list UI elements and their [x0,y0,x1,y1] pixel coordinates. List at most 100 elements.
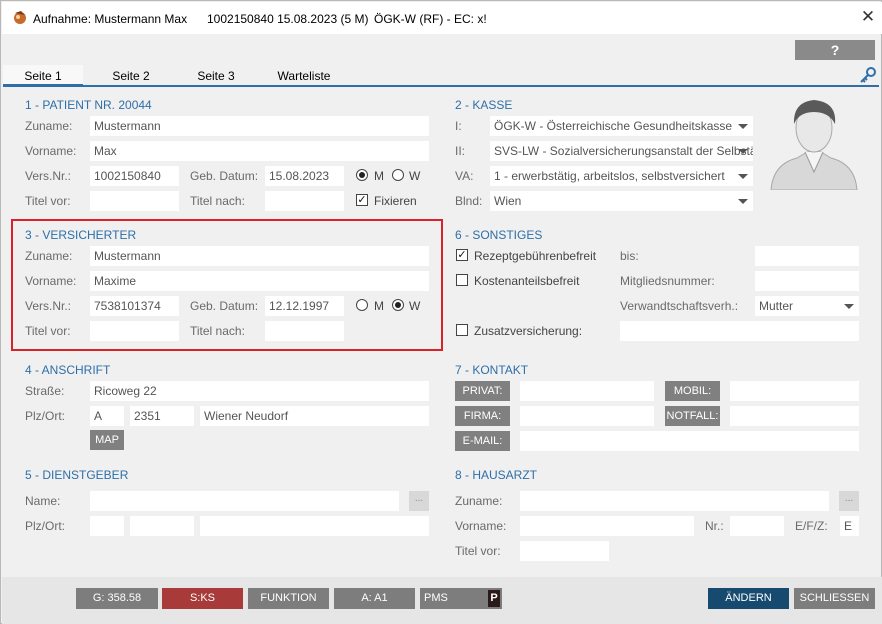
vers-gebdatum-input[interactable]: 12.12.1997 [265,296,344,316]
tab-seite-2[interactable]: Seite 2 [101,69,161,83]
vers-sex-m-radio[interactable] [356,299,368,311]
patient-sex-w-label: W [409,169,421,183]
fixieren-checkbox[interactable]: ✓ [356,194,368,206]
kasse-blnd-select[interactable]: Wien [490,191,753,211]
section-sonstiges-heading: 6 - SONSTIGES [455,228,543,242]
mitglied-label: Mitgliedsnummer: [620,274,715,288]
dienstgeber-name-label: Name: [25,494,61,508]
patient-gebdatum-label: Geb. Datum: [190,169,259,183]
patient-titelvor-input[interactable] [90,191,179,211]
firma-input[interactable] [520,406,654,426]
dienstgeber-search-button[interactable]: ... [409,491,429,511]
patient-zuname-input[interactable]: Mustermann [90,116,429,136]
hausarzt-efz-input[interactable]: E [840,516,859,536]
vers-versnr-input[interactable]: 7538101374 [90,296,179,316]
email-button[interactable]: E-MAIL: [455,431,510,451]
dienstgeber-name-input[interactable] [90,491,399,511]
zusatz-input[interactable] [620,321,859,341]
section-kasse-heading: 2 - KASSE [455,98,513,112]
close-icon[interactable]: ✕ [858,7,878,27]
titlebar: Aufnahme: Mustermann Max 1002150840 15.0… [2,2,882,34]
hausarzt-vorname-input[interactable] [520,516,694,536]
section-hausarzt-heading: 8 - HAUSARZT [455,468,538,482]
notfall-button[interactable]: NOTFALL: [665,406,720,426]
kosten-checkbox[interactable] [456,274,468,286]
vers-zuname-input[interactable]: Mustermann [90,246,429,266]
patient-sex-m-label: M [374,169,384,183]
kasse-blnd-label: Blnd: [455,194,483,208]
land-input[interactable]: A [90,406,124,426]
vers-zuname-label: Zuname: [25,249,73,263]
zusatz-checkbox[interactable] [456,324,468,336]
hausarzt-nr-label: Nr.: [705,519,724,533]
patient-versnr-input[interactable]: 1002150840 [90,166,179,186]
verwandt-value: Mutter [759,299,794,313]
privat-button[interactable]: PRIVAT: [455,381,510,401]
privat-input[interactable] [520,381,654,401]
kasse-va-select[interactable]: 1 - erwerbstätig, arbeitslos, selbstvers… [490,166,753,186]
kasse-i-select[interactable]: ÖGK-W - Österreichische Gesundheitskasse [490,116,753,136]
vers-titelnach-input[interactable] [265,321,344,341]
patient-gebdatum-input[interactable]: 15.08.2023 [265,166,344,186]
mobil-input[interactable] [730,381,859,401]
firma-button[interactable]: FIRMA: [455,406,510,426]
strasse-input[interactable]: Ricoweg 22 [90,381,429,401]
kasse-i-label: I: [455,119,462,133]
insurance-info: ÖGK-W (RF) - EC: x! [374,12,487,26]
app-icon [14,11,26,24]
hausarzt-zuname-input[interactable] [520,491,829,511]
section-kontakt-heading: 7 - KONTAKT [455,363,529,377]
patient-zuname-label: Zuname: [25,119,73,133]
bis-label: bis: [620,249,639,263]
pms-label: PMS [424,592,448,604]
hausarzt-titelvor-input[interactable] [520,541,609,561]
tab-seite-3[interactable]: Seite 3 [186,69,246,83]
schliessen-button[interactable]: SCHLIESSEN [794,588,875,609]
section-dienstgeber-heading: 5 - DIENSTGEBER [25,468,129,482]
rezept-checkbox[interactable]: ✓ [456,249,468,261]
fixieren-label: Fixieren [374,194,417,208]
ort-input[interactable]: Wiener Neudorf [200,406,429,426]
hausarzt-nr-input[interactable] [730,516,784,536]
patient-titelnach-input[interactable] [265,191,344,211]
tab-seite-1[interactable]: Seite 1 [3,65,83,87]
vers-sex-w-label: W [409,299,421,313]
dienstgeber-land-input[interactable] [90,516,124,536]
kasse-ii-value: SVS-LW - Sozialversicherungsanstalt der … [494,144,753,158]
tab-warteliste[interactable]: Warteliste [269,69,339,83]
patient-sex-w-radio[interactable] [392,169,404,181]
kasse-ii-select[interactable]: SVS-LW - Sozialversicherungsanstalt der … [490,141,753,161]
dienstgeber-plz-input[interactable] [130,516,194,536]
kasse-va-value: 1 - erwerbstätig, arbeitslos, selbstvers… [494,169,725,183]
hausarzt-efz-label: E/F/Z: [795,519,828,533]
email-input[interactable] [520,431,859,451]
bis-input[interactable] [755,246,859,266]
a-status-button[interactable]: A: A1 [334,588,415,609]
patient-vorname-input[interactable]: Max [90,141,429,161]
mobil-button[interactable]: MOBIL: [665,381,720,401]
section-anschrift-heading: 4 - ANSCHRIFT [25,363,111,377]
dienstgeber-ort-input[interactable] [200,516,429,536]
mitglied-input[interactable] [755,271,859,291]
hausarzt-search-button[interactable]: ... [839,491,859,511]
kosten-label: Kostenanteilsbefreit [474,274,580,288]
vers-sex-w-radio[interactable] [392,299,404,311]
verwandt-select[interactable]: Mutter [755,296,859,316]
s-status-button[interactable]: S:KS [162,588,243,609]
patient-sex-m-radio[interactable] [356,169,368,181]
p-badge: P [488,590,500,607]
aendern-button[interactable]: ÄNDERN [708,588,789,609]
g-status-button[interactable]: G: 358.58 [76,588,158,609]
kasse-i-value: ÖGK-W - Österreichische Gesundheitskasse [494,119,733,133]
plz-input[interactable]: 2351 [130,406,194,426]
key-icon[interactable] [859,66,877,84]
notfall-input[interactable] [730,406,859,426]
vers-vorname-input[interactable]: Maxime [90,271,429,291]
patient-titelnach-label: Titel nach: [190,194,245,208]
funktion-button[interactable]: FUNKTION [248,588,329,609]
map-button[interactable]: MAP [90,430,124,450]
section-patient-heading: 1 - PATIENT NR. 20044 [25,98,152,112]
pms-button[interactable]: PMS P [420,588,502,609]
vers-titelvor-input[interactable] [90,321,179,341]
help-button[interactable]: ? [795,40,875,60]
